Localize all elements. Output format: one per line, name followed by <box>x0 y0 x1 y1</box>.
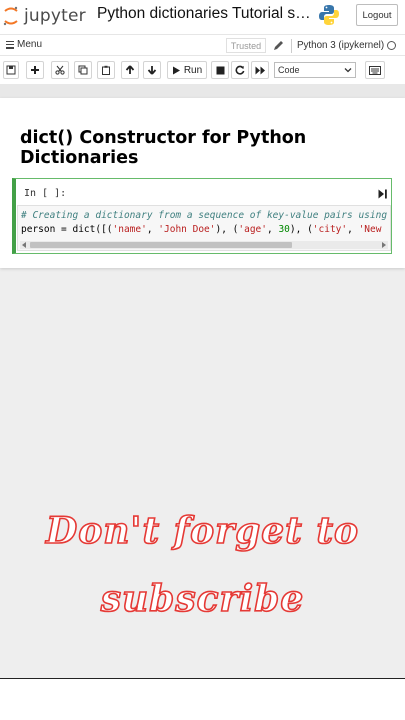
pencil-icon[interactable] <box>273 40 284 51</box>
play-icon <box>172 66 180 74</box>
trusted-indicator[interactable]: Trusted <box>226 38 266 53</box>
logo-text: jupyter <box>24 6 86 26</box>
jupyter-logo-icon <box>3 6 18 26</box>
arrow-down-icon <box>147 66 157 75</box>
menu-label: Menu <box>17 39 43 50</box>
chevron-down-icon <box>344 68 352 73</box>
fast-forward-icon <box>255 66 265 74</box>
page: jupyter Python dictionaries Tutorial ser… <box>0 0 405 720</box>
copy-button[interactable] <box>74 61 92 79</box>
scroll-right-icon[interactable] <box>382 242 386 248</box>
cell-type-select[interactable]: Code <box>274 62 356 78</box>
cell-type-value: Code <box>278 65 300 75</box>
subscribe-overlay: Don't forget to subscribe <box>0 500 405 640</box>
notebook-top-strip <box>0 84 405 98</box>
bottom-bar <box>0 678 405 720</box>
hamburger-icon <box>6 40 14 49</box>
menubar: Menu Trusted Python 3 (ipykernel) <box>0 34 405 56</box>
kernel-name[interactable]: Python 3 (ipykernel) <box>297 40 384 51</box>
cell-prompt: In [ ]: <box>24 188 67 199</box>
move-down-button[interactable] <box>143 61 161 79</box>
code-line: person = dict([('name', 'John Doe'), ('a… <box>21 224 382 235</box>
command-palette-button[interactable] <box>365 61 385 79</box>
scrollbar-thumb[interactable] <box>30 242 292 248</box>
jupyter-logo[interactable]: jupyter <box>2 4 92 28</box>
move-up-button[interactable] <box>121 61 139 79</box>
run-button[interactable]: Run <box>167 61 207 79</box>
code-cell[interactable]: In [ ]: # Creating a dictionary from a s… <box>12 178 392 254</box>
interrupt-button[interactable] <box>211 61 229 79</box>
save-button[interactable] <box>3 61 19 79</box>
insert-cell-button[interactable] <box>26 61 44 79</box>
markdown-heading[interactable]: dict() Constructor for Python Dictionari… <box>20 128 390 168</box>
restart-button[interactable] <box>231 61 249 79</box>
code-input-area[interactable]: # Creating a dictionary from a sequence … <box>17 205 391 251</box>
scroll-left-icon[interactable] <box>22 242 26 248</box>
restart-icon <box>235 65 245 75</box>
overlay-line-1: Don't forget to <box>45 509 359 553</box>
paste-icon <box>102 65 110 75</box>
toolbar: Run Code <box>0 57 405 83</box>
keyboard-icon <box>369 65 381 75</box>
plus-icon <box>31 66 39 74</box>
overlay-line-2: subscribe <box>100 577 305 621</box>
logout-button[interactable]: Logout <box>356 4 398 26</box>
header: jupyter Python dictionaries Tutorial ser… <box>0 0 405 34</box>
paste-button[interactable] <box>97 61 115 79</box>
arrow-up-icon <box>125 65 135 74</box>
code-comment-line: # Creating a dictionary from a sequence … <box>21 210 388 221</box>
run-label: Run <box>183 64 203 76</box>
python-logo-icon <box>319 5 339 25</box>
save-icon <box>6 65 16 75</box>
menu-toggle-button[interactable]: Menu <box>6 39 42 50</box>
kernel-idle-icon <box>387 41 396 50</box>
cut-button[interactable] <box>51 61 69 79</box>
restart-run-all-button[interactable] <box>251 61 269 79</box>
notebook-title[interactable]: Python dictionaries Tutorial ser… <box>97 5 312 23</box>
horizontal-scrollbar[interactable] <box>20 241 388 249</box>
scissors-icon <box>55 65 65 75</box>
stop-icon <box>216 66 224 74</box>
kernel-separator <box>291 39 292 53</box>
notebook-container: dict() Constructor for Python Dictionari… <box>0 98 405 268</box>
copy-icon <box>78 65 88 75</box>
run-cell-icon[interactable] <box>378 189 387 199</box>
